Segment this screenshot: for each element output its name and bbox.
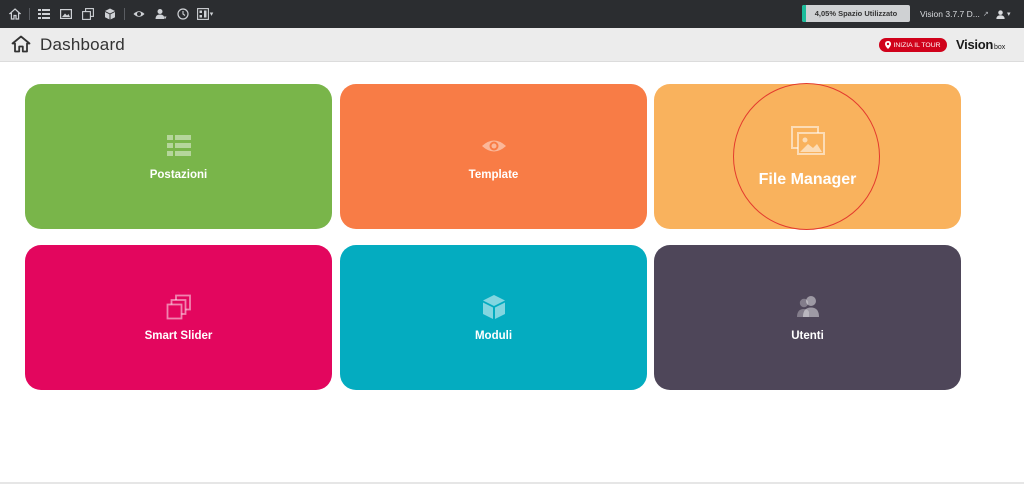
tile-label: Utenti bbox=[791, 329, 824, 342]
start-tour-button[interactable]: INIZIA IL TOUR bbox=[879, 38, 947, 52]
svg-text:▾: ▾ bbox=[164, 15, 167, 20]
storage-usage-label: 4,05% Spazio Utilizzato bbox=[814, 9, 898, 18]
tile-smart-slider[interactable]: Smart Slider bbox=[25, 245, 332, 390]
users-icon bbox=[795, 294, 821, 320]
external-link-icon: ↗ bbox=[982, 11, 989, 18]
users-icon[interactable]: ▾ bbox=[150, 0, 172, 28]
tile-template[interactable]: Template bbox=[340, 84, 647, 229]
version-link[interactable]: Vision 3.7.7 D... ↗ bbox=[920, 0, 989, 28]
top-navbar: ▾ ▾ 4,05% Spazio Utilizzato Vision 3.7.7… bbox=[0, 0, 1024, 28]
eye-icon bbox=[481, 133, 507, 159]
dashboard-home-icon[interactable] bbox=[11, 35, 31, 53]
eye-icon[interactable] bbox=[128, 0, 150, 28]
divider bbox=[124, 8, 125, 20]
layout-icon[interactable]: ▾ bbox=[194, 0, 216, 28]
storage-usage-bar[interactable]: 4,05% Spazio Utilizzato bbox=[802, 5, 910, 22]
tile-utenti[interactable]: Utenti bbox=[654, 245, 961, 390]
tile-label: Postazioni bbox=[149, 168, 208, 181]
tile-file-manager[interactable]: File Manager bbox=[654, 84, 961, 229]
chevron-down-icon: ▾ bbox=[1007, 11, 1011, 18]
logo-main: Vision bbox=[956, 37, 993, 52]
cube-icon[interactable] bbox=[99, 0, 121, 28]
tile-label: Template bbox=[468, 168, 519, 181]
version-label: Vision 3.7.7 D... bbox=[920, 9, 980, 19]
cube-icon bbox=[481, 294, 507, 320]
tile-label: Moduli bbox=[474, 329, 513, 342]
user-menu[interactable]: ▾ bbox=[996, 0, 1011, 28]
slider-icon bbox=[166, 294, 192, 320]
page-header: Dashboard INIZIA IL TOUR Vision box bbox=[0, 28, 1024, 62]
image-icon[interactable] bbox=[55, 0, 77, 28]
divider bbox=[29, 8, 30, 20]
map-marker-icon bbox=[885, 41, 892, 49]
visionbox-logo: Vision box bbox=[956, 37, 1005, 53]
start-tour-label: INIZIA IL TOUR bbox=[893, 41, 941, 49]
slider-icon[interactable] bbox=[77, 0, 99, 28]
page-title: Dashboard bbox=[40, 35, 125, 54]
user-icon bbox=[996, 9, 1005, 19]
clock-icon[interactable] bbox=[172, 0, 194, 28]
list-icon bbox=[166, 133, 192, 159]
image-icon bbox=[790, 125, 826, 157]
tile-label: Smart Slider bbox=[144, 329, 213, 342]
tile-moduli[interactable]: Moduli bbox=[340, 245, 647, 390]
list-icon[interactable] bbox=[33, 0, 55, 28]
tile-postazioni[interactable]: Postazioni bbox=[25, 84, 332, 229]
logo-sub: box bbox=[993, 44, 1006, 51]
home-icon[interactable] bbox=[4, 0, 26, 28]
tile-label: File Manager bbox=[758, 170, 857, 188]
